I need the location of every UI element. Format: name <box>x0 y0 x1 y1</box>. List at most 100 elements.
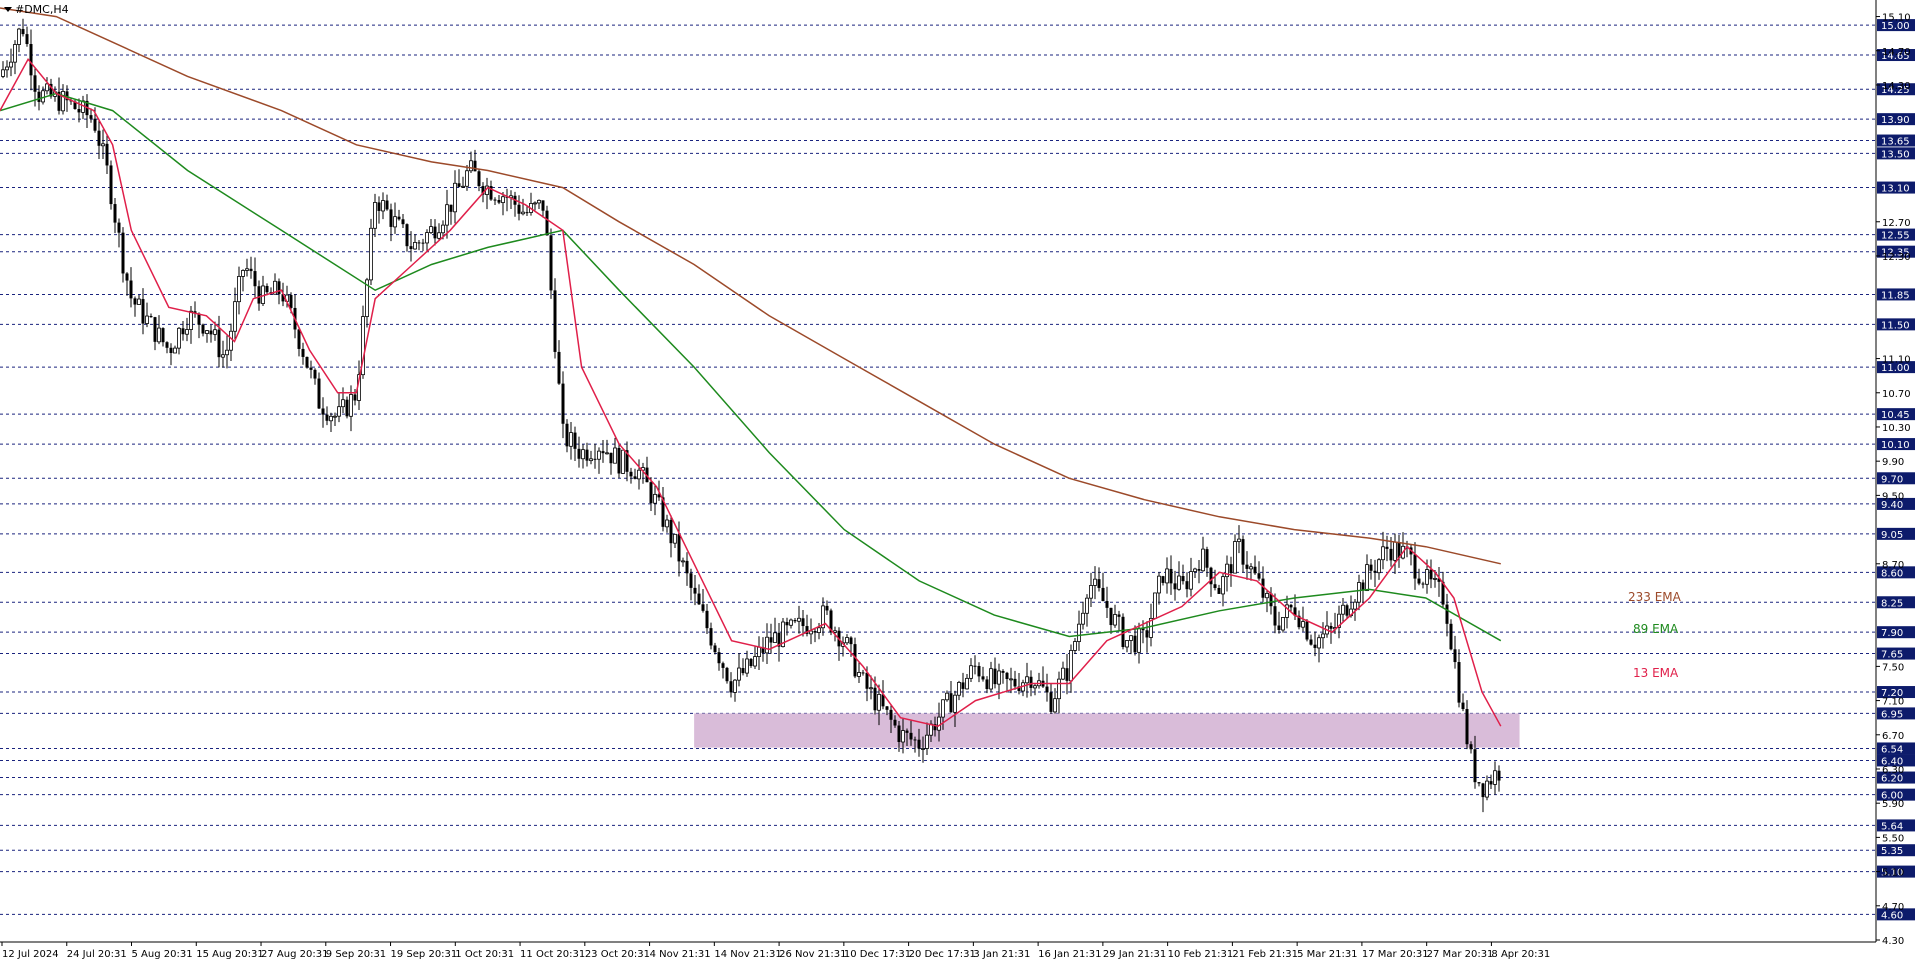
candle-body <box>1321 633 1325 639</box>
candle-body <box>849 637 853 645</box>
dropdown-triangle-icon[interactable] <box>4 7 12 12</box>
x-tick-label: 3 Jan 21:31 <box>973 949 1030 960</box>
candle-body <box>589 458 593 462</box>
candle-body <box>921 748 925 750</box>
candle-body <box>765 636 769 654</box>
candle-body <box>1289 604 1293 608</box>
candle-body <box>1137 628 1141 653</box>
candle-body <box>1009 678 1013 681</box>
candle-body <box>405 224 409 247</box>
candle-body <box>441 224 445 234</box>
candle-body <box>905 730 909 733</box>
candle-body <box>449 204 453 212</box>
candle-body <box>545 210 549 236</box>
candle-body <box>749 658 753 667</box>
y-tick-label: 11.10 <box>1882 355 1911 366</box>
candle-body <box>33 75 37 92</box>
candle-body <box>1069 650 1073 682</box>
candle-body <box>417 242 421 244</box>
candle-body <box>865 672 869 689</box>
y-tick-label: 10.70 <box>1882 389 1911 400</box>
price-tag-label: 7.65 <box>1881 650 1903 661</box>
candle-body <box>725 667 729 682</box>
candle-body <box>853 644 857 677</box>
price-tag-label: 11.85 <box>1881 290 1910 301</box>
candle-body <box>1453 649 1457 663</box>
candle-body <box>1489 781 1493 785</box>
candle-body <box>1329 625 1333 629</box>
candle-body <box>1465 709 1469 745</box>
y-tick-label: 6.70 <box>1882 731 1904 742</box>
candle-body <box>565 423 569 447</box>
candle-body <box>697 593 701 605</box>
candle-body <box>9 61 13 68</box>
candle-body <box>833 630 837 633</box>
candle-body <box>949 693 953 713</box>
candle-body <box>581 449 585 460</box>
candle-body <box>973 665 977 667</box>
candle-body <box>1265 592 1269 599</box>
candle-body <box>961 682 965 689</box>
candle-body <box>561 383 565 424</box>
candle-body <box>109 165 113 205</box>
candle-body <box>889 709 893 720</box>
candle-body <box>1281 617 1285 631</box>
candle-body <box>1161 576 1165 583</box>
candle-body <box>181 328 185 335</box>
x-tick-label: 9 Sep 20:31 <box>326 949 386 960</box>
candle-body <box>709 628 713 646</box>
candle-body <box>1385 546 1389 549</box>
candle-body <box>149 316 153 318</box>
candle-body <box>1165 568 1169 584</box>
price-chart[interactable]: 15.0014.6514.2513.9013.6513.5013.1012.55… <box>0 0 1916 963</box>
candle-body <box>393 216 397 228</box>
y-tick-label: 12.30 <box>1882 252 1911 263</box>
candle-body <box>1305 621 1309 640</box>
candle-body <box>301 348 305 357</box>
time-axis: 12 Jul 2024 24 Jul 20:31 5 Aug 20:31 15 Aug… <box>0 941 1876 960</box>
x-tick-label: 29 Jan 21:31 <box>1103 949 1166 960</box>
price-tag-label: 12.55 <box>1881 231 1910 242</box>
candle-body <box>381 200 385 212</box>
candle-body <box>877 693 881 711</box>
chart-title[interactable]: #DMC,H4 <box>4 3 69 16</box>
x-tick-label: 15 Aug 20:31 <box>196 949 263 960</box>
candle-body <box>693 587 697 594</box>
candle-body <box>493 199 497 201</box>
candlesticks <box>1 18 1501 813</box>
x-tick-label: 8 Apr 20:31 <box>1491 949 1550 960</box>
candle-body <box>1001 670 1005 673</box>
candle-body <box>1481 783 1485 798</box>
support-zone-box <box>694 713 1520 748</box>
candle-body <box>1121 616 1125 647</box>
y-tick-label: 5.90 <box>1882 799 1904 810</box>
candle-body <box>1381 546 1385 561</box>
candle-body <box>521 211 525 215</box>
candle-body <box>197 313 201 325</box>
candle-body <box>573 432 577 449</box>
y-tick-label: 10.30 <box>1882 423 1911 434</box>
candle-body <box>429 226 433 234</box>
candle-body <box>497 199 501 203</box>
x-tick-label: 14 Nov 21:31 <box>714 949 781 960</box>
candle-body <box>817 627 821 633</box>
candle-body <box>593 458 597 460</box>
candle-body <box>117 222 121 233</box>
x-tick-label: 1 Oct 20:31 <box>455 949 514 960</box>
price-tag-label: 13.65 <box>1881 137 1910 148</box>
candle-body <box>1277 625 1281 631</box>
y-tick-label: 12.70 <box>1882 218 1911 229</box>
candle-body <box>1373 570 1377 573</box>
candle-body <box>1093 578 1097 586</box>
candle-body <box>1249 566 1253 570</box>
candle-body <box>1033 685 1037 689</box>
legend-ema233: 233 EMA <box>1628 590 1681 604</box>
candle-body <box>677 534 681 562</box>
candle-body <box>1201 548 1205 572</box>
y-tick-label: 8.70 <box>1882 560 1904 571</box>
candle-body <box>897 725 901 742</box>
candle-body <box>649 482 653 504</box>
candle-body <box>1193 568 1197 572</box>
candle-body <box>845 637 849 644</box>
legend-ema89: 89 EMA <box>1633 622 1679 636</box>
